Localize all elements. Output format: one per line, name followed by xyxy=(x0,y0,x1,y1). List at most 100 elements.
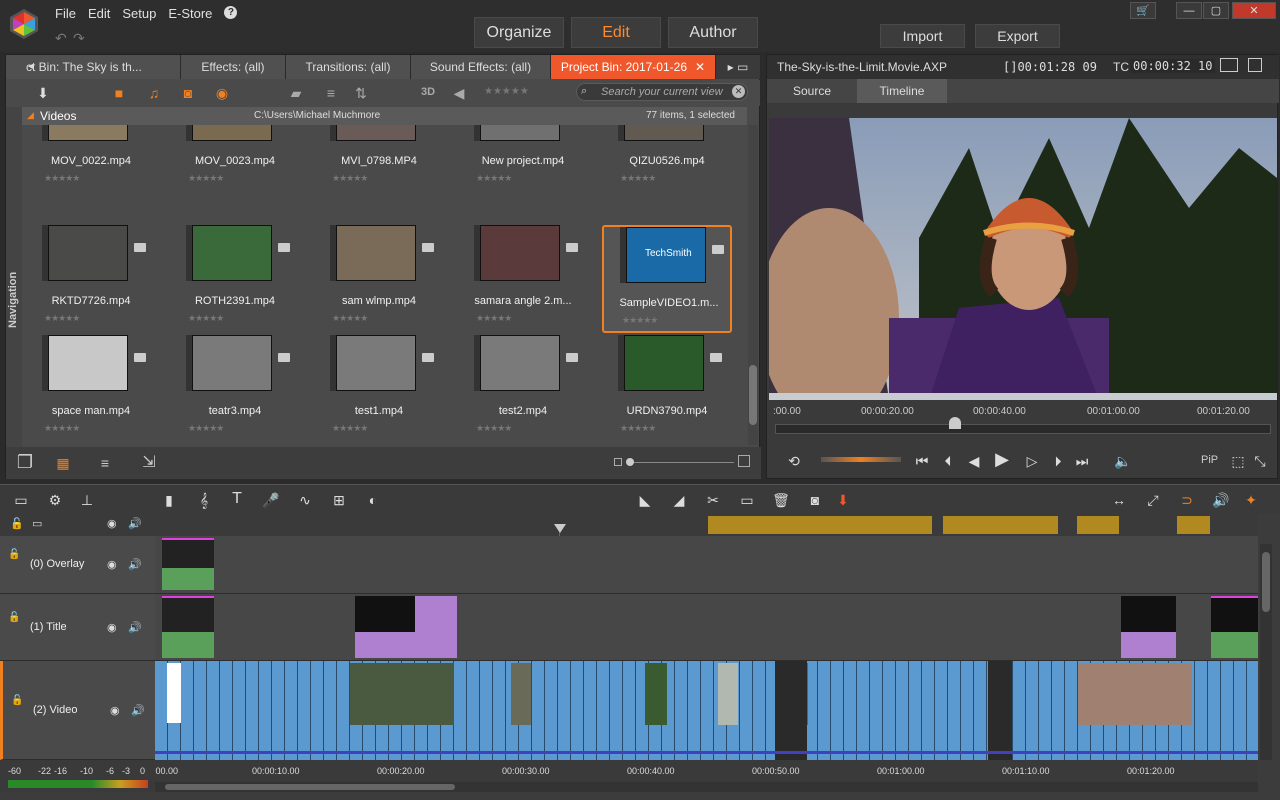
ripple-icon[interactable]: ↔ xyxy=(1110,491,1128,509)
clip-item[interactable]: MOV_0023.mp4 ★★★★★ xyxy=(170,125,300,193)
tab-transitions[interactable]: Transitions: (all) xyxy=(286,55,411,79)
thumbnail-size-slider[interactable] xyxy=(614,457,740,467)
title-tool-icon[interactable]: T xyxy=(228,490,246,508)
tab-author[interactable]: Author xyxy=(668,17,758,48)
clip-item[interactable]: RKTD7726.mp4 ★★★★★ xyxy=(26,225,156,333)
folder-icon[interactable] xyxy=(712,245,724,254)
audio-icon[interactable]: 🔊 xyxy=(128,558,142,571)
track-name[interactable]: (1) Title xyxy=(30,621,67,633)
details-view-icon[interactable]: ≡ xyxy=(96,454,114,472)
folder-icon[interactable] xyxy=(134,243,146,252)
rating-stars-icon[interactable]: ★★★★★ xyxy=(476,313,512,324)
rating-stars-icon[interactable]: ★★★★★ xyxy=(44,173,80,184)
menu-file[interactable]: File xyxy=(55,6,76,21)
tab-timeline[interactable]: Timeline xyxy=(857,79,947,103)
clear-search-icon[interactable]: ✕ xyxy=(732,85,745,98)
project-filter-icon[interactable]: ◉ xyxy=(213,84,231,102)
volume-icon[interactable]: 🔈 xyxy=(1114,452,1132,470)
clip-item[interactable]: sam wlmp.mp4 ★★★★★ xyxy=(314,225,444,333)
motion-icon[interactable]: ∿ xyxy=(296,491,314,509)
rating-stars-icon[interactable]: ★★★★★ xyxy=(188,173,224,184)
folder-icon[interactable] xyxy=(134,353,146,362)
lock-icon[interactable]: 🔓 xyxy=(8,549,20,560)
collapse-icon[interactable]: ◢ xyxy=(27,110,34,121)
rating-stars-icon[interactable]: ★★★★★ xyxy=(620,173,656,184)
timecode-display[interactable]: 00:00:32 10 xyxy=(1130,59,1216,73)
visibility-all-icon[interactable]: ◉ xyxy=(107,517,117,530)
clip-item[interactable]: New project.mp4 ★★★★★ xyxy=(458,125,588,193)
title-clip[interactable] xyxy=(355,596,457,658)
menu-edit[interactable]: Edit xyxy=(88,6,110,21)
folder-icon[interactable] xyxy=(278,243,290,252)
close-button[interactable]: ✕ xyxy=(1232,2,1276,19)
rating-stars-icon[interactable]: ★★★★★ xyxy=(332,173,368,184)
audio-mixer-icon[interactable]: ▮ xyxy=(160,491,178,509)
tab-organize[interactable]: Organize xyxy=(474,17,564,48)
close-tab-icon[interactable]: ✕ xyxy=(695,60,705,74)
mark-in-icon[interactable]: ◣ xyxy=(636,491,654,509)
tag-icon[interactable]: ◀ xyxy=(450,84,468,102)
settings-icon[interactable]: ⚙ xyxy=(46,491,64,509)
rating-stars-icon[interactable]: ★★★★★ xyxy=(476,423,512,434)
track-header[interactable]: 🔓 (0) Overlay ◉ 🔊 xyxy=(0,536,155,594)
fit-icon[interactable]: ⤡ xyxy=(1251,452,1269,470)
next-marker-icon[interactable]: ⏵ xyxy=(1049,452,1067,470)
folder-icon[interactable] xyxy=(422,353,434,362)
timeline-ruler[interactable]: :00.00 00:00:10.00 00:00:20.00 00:00:30.00 0… xyxy=(153,760,1258,782)
minimize-button[interactable]: — xyxy=(1176,2,1202,19)
smart-movie-icon[interactable]: ✦ xyxy=(1242,491,1260,509)
expand-panel-icon[interactable]: ⇲ xyxy=(140,453,158,471)
track-lane[interactable] xyxy=(155,594,1258,661)
rating-stars-icon[interactable]: ★★★★★ xyxy=(622,315,658,326)
clip-item[interactable]: MOV_0022.mp4 ★★★★★ xyxy=(26,125,156,193)
rating-stars-icon[interactable]: ★★★★★ xyxy=(332,313,368,324)
clip-item[interactable]: test2.mp4 ★★★★★ xyxy=(458,335,588,443)
clip-item[interactable]: MVI_0798.MP4 ★★★★★ xyxy=(314,125,444,193)
go-to-end-icon[interactable]: ⏭ xyxy=(1073,452,1091,470)
fullscreen-icon[interactable] xyxy=(1220,58,1238,72)
track-lane[interactable] xyxy=(155,536,1258,594)
track-layout-icon[interactable]: ▭ xyxy=(12,491,30,509)
grid-view-icon[interactable]: ▦ xyxy=(54,454,72,472)
track-name[interactable]: (2) Video xyxy=(33,704,77,716)
menu-estore[interactable]: E-Store xyxy=(168,6,212,21)
loop-icon[interactable]: ⟲ xyxy=(785,452,803,470)
undock-icon[interactable] xyxy=(1248,58,1262,72)
overlay-clip[interactable] xyxy=(162,538,214,590)
storyboard-icon[interactable]: ▭ xyxy=(32,517,42,530)
play-icon[interactable]: ▶ xyxy=(993,449,1011,469)
maximize-button[interactable]: ▢ xyxy=(1203,2,1229,19)
collections-icon[interactable]: ❐ xyxy=(16,452,34,472)
menu-setup[interactable]: Setup xyxy=(122,6,156,21)
tab-effects[interactable]: Effects: (all) xyxy=(181,55,286,79)
scroll-thumb[interactable] xyxy=(749,365,757,425)
magnet-icon[interactable]: ⊃ xyxy=(1178,491,1196,509)
visibility-icon[interactable]: ◉ xyxy=(110,704,120,717)
track-scrollbar[interactable] xyxy=(1260,544,1272,760)
search-input[interactable]: Search your current view xyxy=(576,83,748,101)
size-slider-handle[interactable] xyxy=(626,458,634,466)
large-size-icon[interactable] xyxy=(738,455,750,467)
folder-icon[interactable]: ▰ xyxy=(287,84,305,102)
tab-source[interactable]: Source xyxy=(767,79,857,103)
title-clip[interactable] xyxy=(1121,596,1176,658)
snapshot-icon[interactable]: ◙ xyxy=(806,491,824,509)
navigation-rail[interactable]: Navigation xyxy=(6,107,22,447)
voice-over-icon[interactable]: 🎤 xyxy=(262,491,280,509)
folder-icon[interactable] xyxy=(422,243,434,252)
audio-all-icon[interactable]: 🔊 xyxy=(128,517,142,530)
list-view-icon[interactable]: ≡ xyxy=(322,84,340,102)
audio-scrub-icon[interactable]: 🔊 xyxy=(1212,491,1230,509)
clip-item[interactable]: teatr3.mp4 ★★★★★ xyxy=(170,335,300,443)
multicam-icon[interactable]: ⊞ xyxy=(330,491,348,509)
previous-marker-icon[interactable]: ⏴ xyxy=(939,452,957,470)
photo-filter-icon[interactable]: ◙ xyxy=(179,84,197,102)
export-button[interactable]: Export xyxy=(975,24,1060,48)
help-icon[interactable]: ? xyxy=(224,6,238,19)
clip-item[interactable]: space man.mp4 ★★★★★ xyxy=(26,335,156,443)
timeline-scrollbar[interactable] xyxy=(155,782,1258,792)
playhead-marker-icon[interactable] xyxy=(554,524,566,533)
marker-icon[interactable]: ⬇ xyxy=(834,491,852,509)
folder-icon[interactable] xyxy=(278,353,290,362)
insert-icon[interactable]: ▭ xyxy=(738,491,756,509)
